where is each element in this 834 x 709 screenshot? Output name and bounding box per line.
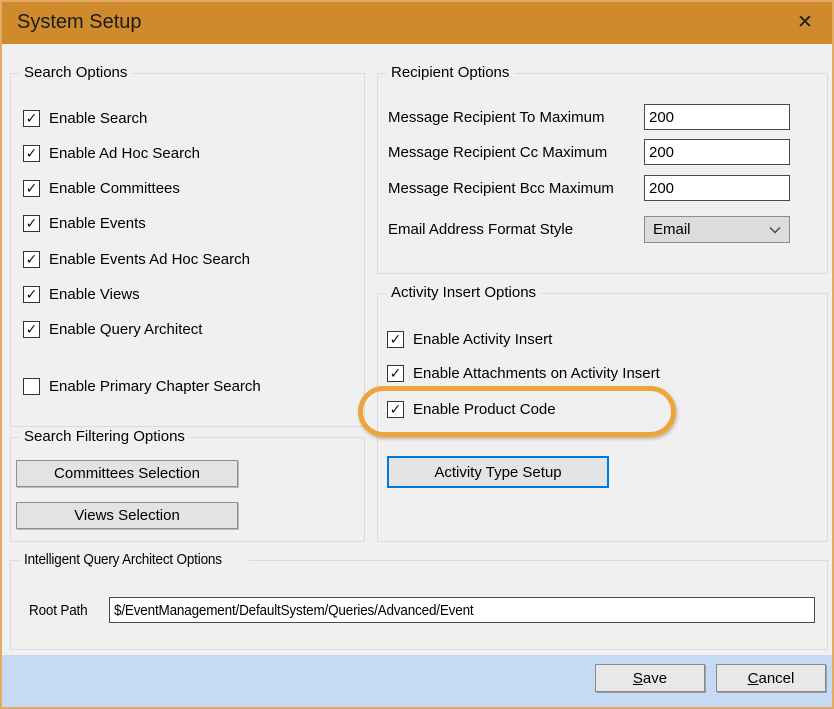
- checkbox-label: Enable Primary Chapter Search: [49, 378, 261, 395]
- checkbox-box: ✓: [23, 145, 40, 162]
- recipient-options-group-label: Recipient Options: [386, 64, 514, 81]
- checkmark-icon: ✓: [390, 366, 402, 380]
- checkbox-enable-product-code[interactable]: ✓ Enable Product Code: [387, 400, 556, 418]
- checkmark-icon: ✓: [26, 287, 38, 301]
- checkmark-icon: ✓: [26, 252, 38, 266]
- checkbox-label: Enable Events Ad Hoc Search: [49, 251, 250, 268]
- search-filtering-options-group: Search Filtering Options Committees Sele…: [10, 437, 365, 542]
- checkbox-box: ✓: [23, 378, 40, 395]
- checkmark-icon: ✓: [390, 332, 402, 346]
- checkbox-enable-search[interactable]: ✓ Enable Search: [23, 109, 147, 127]
- views-selection-button[interactable]: Views Selection: [16, 502, 238, 529]
- checkbox-box: ✓: [23, 180, 40, 197]
- checkbox-label: Enable Activity Insert: [413, 331, 552, 348]
- close-icon[interactable]: ✕: [790, 0, 820, 44]
- checkbox-enable-activity-insert[interactable]: ✓ Enable Activity Insert: [387, 330, 552, 348]
- bcc-maximum-input[interactable]: [644, 175, 790, 201]
- root-path-label: Root Path: [29, 597, 94, 623]
- checkbox-enable-primary-chapter-search[interactable]: ✓ Enable Primary Chapter Search: [23, 377, 261, 395]
- checkbox-enable-ad-hoc-search[interactable]: ✓ Enable Ad Hoc Search: [23, 144, 200, 162]
- field-label: Email Address Format Style: [388, 221, 644, 238]
- checkbox-box: ✓: [23, 110, 40, 127]
- checkbox-enable-committees[interactable]: ✓ Enable Committees: [23, 179, 180, 197]
- checkbox-label: Enable Search: [49, 110, 147, 127]
- iqa-group-label-text: Intelligent Query Architect Options: [24, 551, 222, 568]
- checkbox-enable-views[interactable]: ✓ Enable Views: [23, 285, 140, 303]
- iqa-group-label: Intelligent Query Architect Options: [19, 551, 249, 568]
- window-title: System Setup: [17, 0, 142, 44]
- checkbox-enable-events[interactable]: ✓ Enable Events: [23, 214, 146, 232]
- activity-type-setup-button[interactable]: Activity Type Setup: [387, 456, 609, 488]
- search-options-group-label: Search Options: [19, 64, 132, 81]
- checkbox-box: ✓: [387, 331, 404, 348]
- cc-maximum-input[interactable]: [644, 139, 790, 165]
- checkbox-label: Enable Attachments on Activity Insert: [413, 365, 660, 382]
- checkbox-label: Enable Query Architect: [49, 321, 202, 338]
- cancel-button[interactable]: Cancel: [716, 664, 826, 692]
- field-row-email-format-style: Email Address Format Style: [388, 216, 644, 243]
- checkbox-enable-attachments-on-activity-insert[interactable]: ✓ Enable Attachments on Activity Insert: [387, 364, 660, 382]
- checkbox-box: ✓: [23, 321, 40, 338]
- checkbox-box: ✓: [23, 286, 40, 303]
- title-bar: System Setup ✕: [0, 0, 834, 44]
- save-button[interactable]: Save: [595, 664, 705, 692]
- checkbox-label: Enable Ad Hoc Search: [49, 145, 200, 162]
- checkmark-icon: ✓: [390, 402, 402, 416]
- search-filtering-group-label: Search Filtering Options: [19, 428, 190, 445]
- root-path-input[interactable]: $/EventManagement/DefaultSystem/Queries/…: [109, 597, 815, 623]
- activity-insert-group-label: Activity Insert Options: [386, 284, 541, 301]
- field-row-to-maximum: Message Recipient To Maximum: [388, 104, 817, 130]
- checkbox-box: ✓: [23, 215, 40, 232]
- committees-selection-button[interactable]: Committees Selection: [16, 460, 238, 487]
- checkbox-label: Enable Product Code: [413, 401, 556, 418]
- email-format-style-dropdown[interactable]: Email: [644, 216, 790, 243]
- checkbox-label: Enable Events: [49, 215, 146, 232]
- dropdown-selected-value: Email: [653, 221, 769, 238]
- checkbox-box: ✓: [387, 401, 404, 418]
- field-label: Message Recipient Bcc Maximum: [388, 180, 644, 197]
- field-label: Message Recipient Cc Maximum: [388, 144, 644, 161]
- checkmark-icon: ✓: [26, 181, 38, 195]
- checkbox-box: ✓: [387, 365, 404, 382]
- search-options-group: Search Options ✓ Enable Search ✓ Enable …: [10, 73, 365, 427]
- recipient-options-group: Recipient Options Message Recipient To M…: [377, 73, 828, 274]
- checkmark-icon: ✓: [26, 216, 38, 230]
- checkmark-icon: ✓: [26, 322, 38, 336]
- system-setup-dialog: System Setup ✕ Search Options ✓ Enable S…: [0, 0, 834, 709]
- activity-insert-options-group: Activity Insert Options ✓ Enable Activit…: [377, 293, 828, 542]
- checkbox-label: Enable Views: [49, 286, 140, 303]
- checkbox-label: Enable Committees: [49, 180, 180, 197]
- checkbox-enable-events-ad-hoc-search[interactable]: ✓ Enable Events Ad Hoc Search: [23, 250, 250, 268]
- root-path-label-text: Root Path: [29, 602, 87, 619]
- checkmark-icon: ✓: [26, 146, 38, 160]
- chevron-down-icon: [769, 226, 781, 234]
- checkbox-enable-query-architect[interactable]: ✓ Enable Query Architect: [23, 320, 202, 338]
- iqa-options-group: Intelligent Query Architect Options Root…: [10, 560, 828, 650]
- field-row-bcc-maximum: Message Recipient Bcc Maximum: [388, 175, 817, 201]
- root-path-value: $/EventManagement/DefaultSystem/Queries/…: [114, 602, 473, 619]
- checkmark-icon: ✓: [26, 111, 38, 125]
- footer-bar: Save Cancel: [0, 655, 834, 707]
- checkbox-box: ✓: [23, 251, 40, 268]
- to-maximum-input[interactable]: [644, 104, 790, 130]
- field-row-cc-maximum: Message Recipient Cc Maximum: [388, 139, 817, 165]
- field-label: Message Recipient To Maximum: [388, 109, 644, 126]
